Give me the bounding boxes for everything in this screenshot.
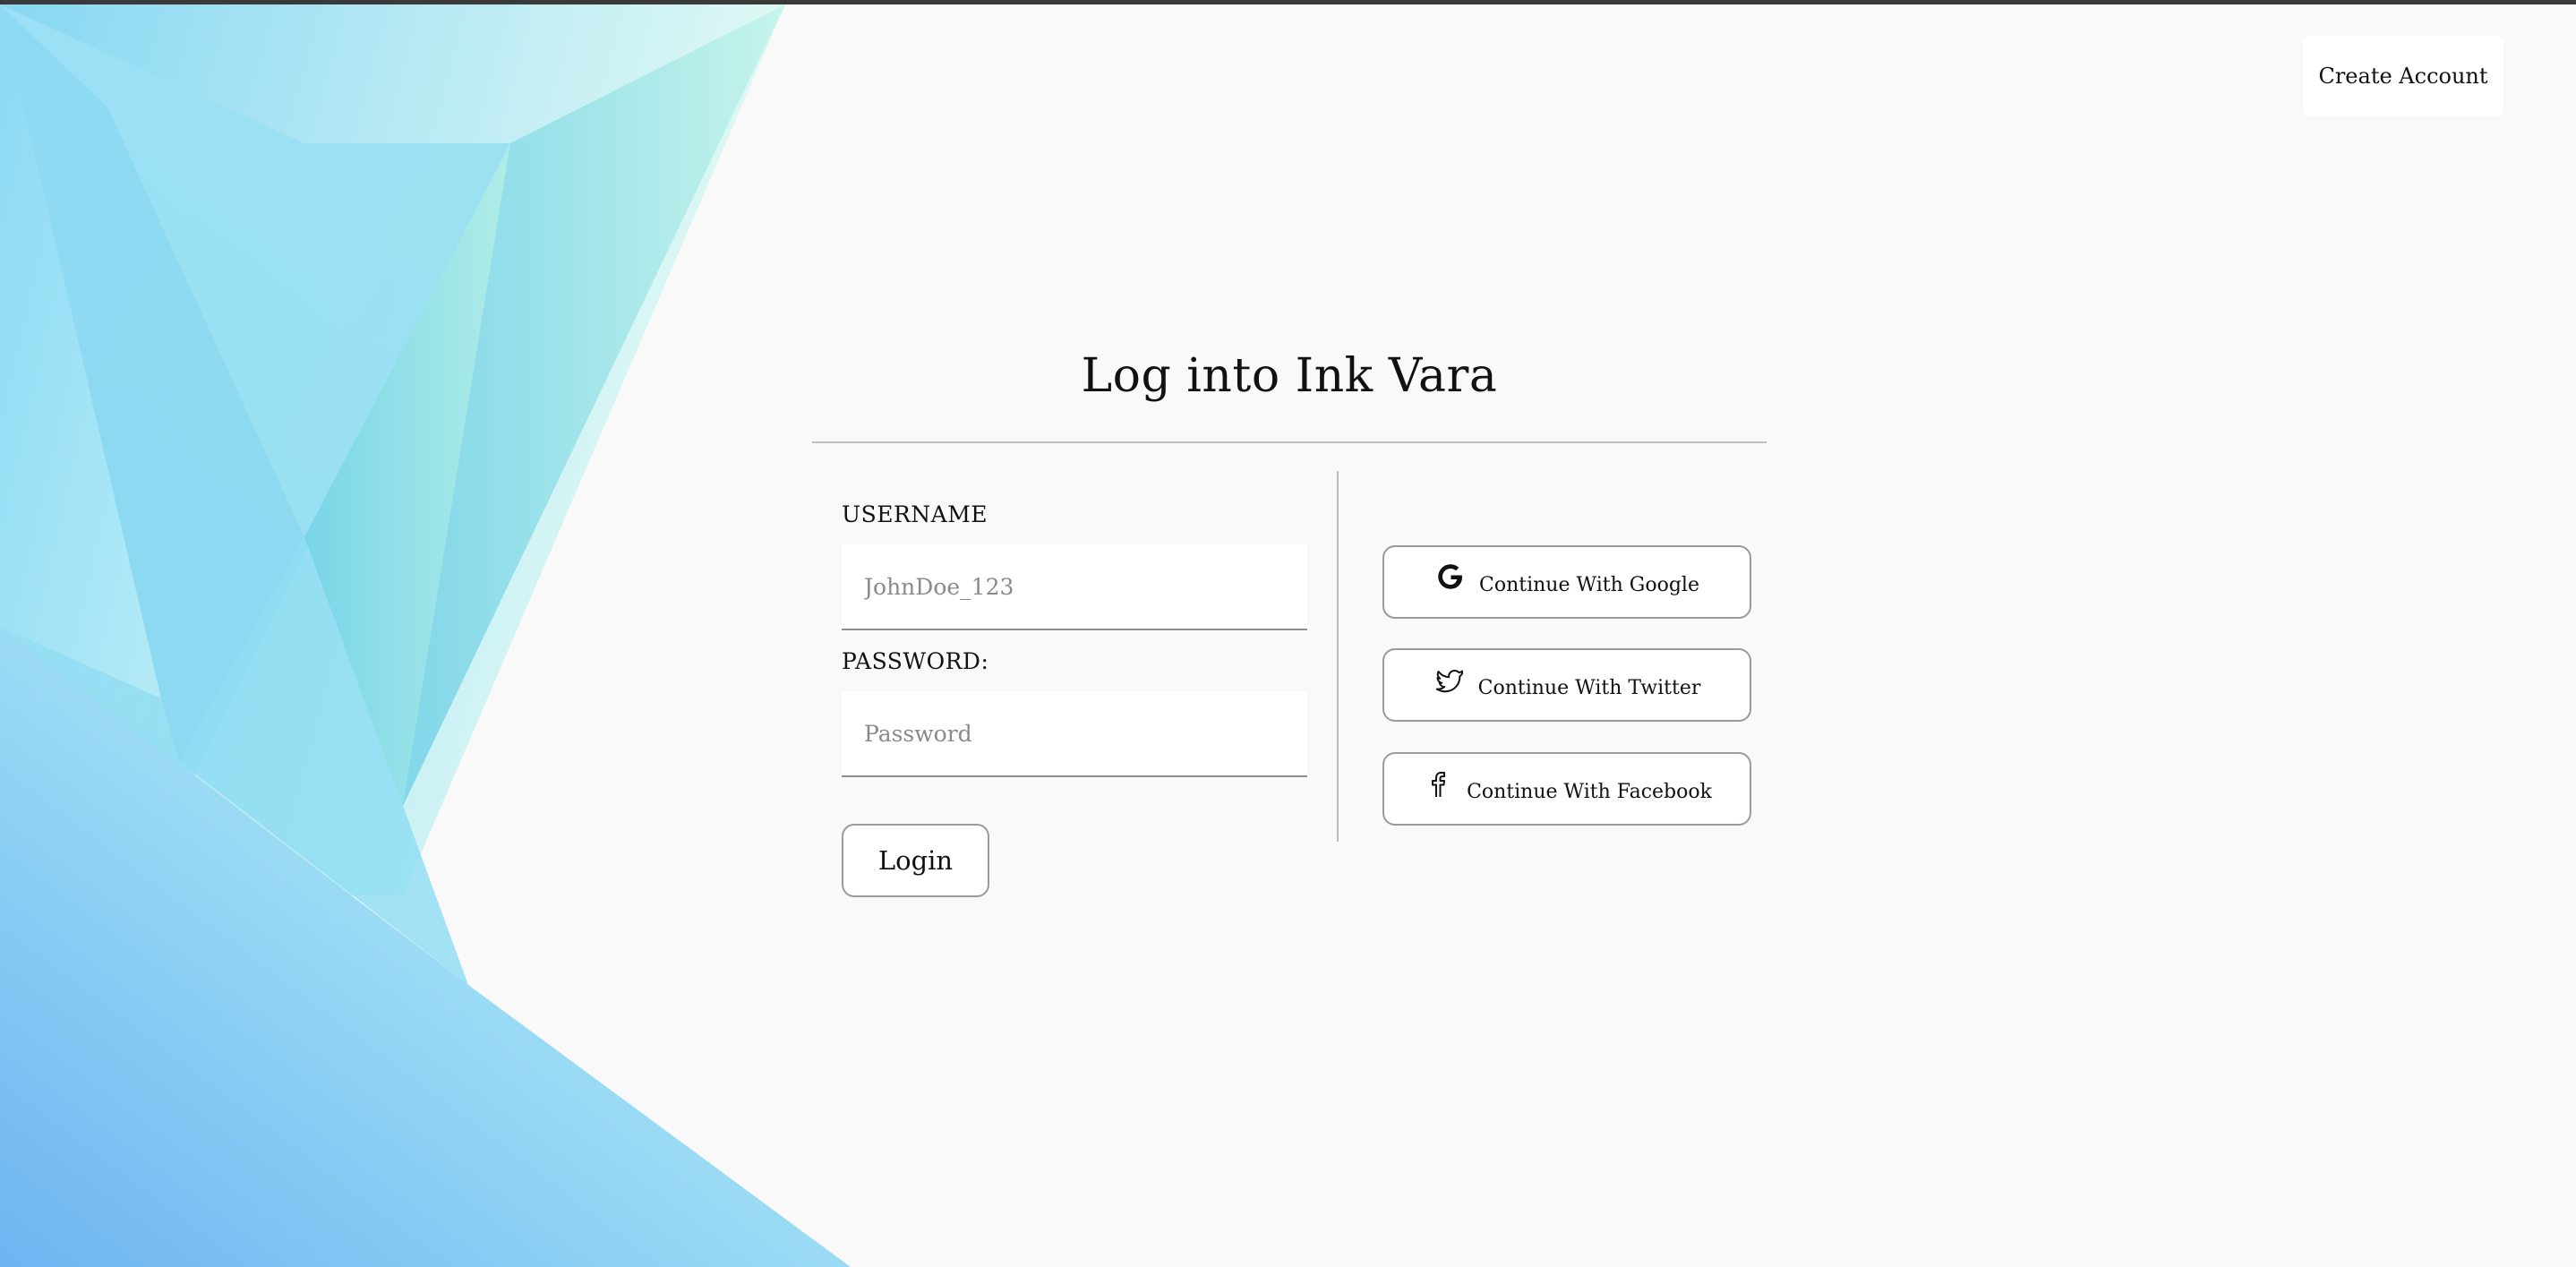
facebook-button-label: Continue With Facebook [1467,780,1712,803]
create-account-button[interactable]: Create Account [2303,35,2503,117]
facebook-icon [1422,767,1454,800]
form-divider [1337,471,1339,842]
title-divider [812,441,1767,443]
password-input[interactable] [842,691,1307,777]
twitter-button-label: Continue With Twitter [1477,676,1701,699]
page-title: Log into Ink Vara [1081,349,1498,403]
continue-with-twitter-button[interactable]: Continue With Twitter [1382,648,1751,722]
login-button[interactable]: Login [842,824,989,897]
google-button-label: Continue With Google [1479,573,1699,596]
twitter-icon [1433,663,1466,696]
background-geometric-art [0,4,851,1267]
password-label: PASSWORD: [842,648,989,674]
username-label: USERNAME [842,501,988,527]
google-icon [1434,561,1467,593]
continue-with-google-button[interactable]: Continue With Google [1382,545,1751,619]
username-input[interactable] [842,544,1307,630]
continue-with-facebook-button[interactable]: Continue With Facebook [1382,752,1751,826]
